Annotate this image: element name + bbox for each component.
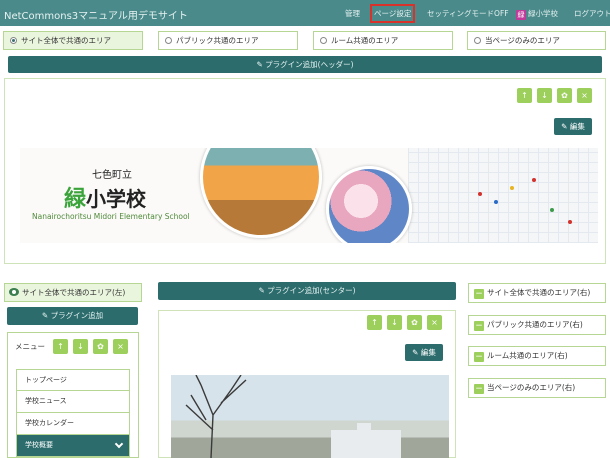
- area-option-site-wide-label: サイト全体で共通のエリア: [21, 36, 111, 45]
- area-option-site-wide[interactable]: サイト全体で共通のエリア: [3, 31, 143, 50]
- nav-user-name: 緑小学校: [528, 9, 558, 18]
- classroom-photo: [200, 148, 322, 238]
- banner-school-name: 緑小学校: [64, 181, 146, 213]
- header-close-icon[interactable]: ×: [577, 88, 592, 103]
- banner-school-first-char: 緑: [64, 186, 87, 212]
- center-gear-icon[interactable]: ✿: [407, 315, 422, 330]
- banner-town-name: 七色町立: [92, 170, 132, 181]
- header-edit-button[interactable]: ✎ 編集: [554, 118, 592, 135]
- area-option-room-label: ルーム共通のエリア: [331, 36, 399, 45]
- figurine-image: [532, 178, 536, 182]
- center-move-down-icon[interactable]: ↓: [387, 315, 402, 330]
- eye-icon: [9, 288, 19, 296]
- menu-list: トップページ 学校ニュース 学校カレンダー 学校概要: [16, 369, 130, 457]
- user-avatar-badge: 緑: [516, 10, 526, 20]
- pin-icon: ✎: [41, 311, 49, 320]
- menu-item-school-overview-label: 学校概要: [25, 441, 53, 449]
- header-move-down-icon[interactable]: ↓: [537, 88, 552, 103]
- school-building-photo: [171, 375, 449, 458]
- area-option-this-page[interactable]: 当ページのみのエリア: [467, 31, 606, 50]
- center-edit-label: 編集: [420, 348, 436, 357]
- chevron-down-icon: [114, 439, 124, 449]
- menu-move-down-icon[interactable]: ↓: [73, 339, 88, 354]
- left-area-header[interactable]: サイト全体で共通のエリア(左): [4, 283, 142, 302]
- radio-site-wide[interactable]: [10, 37, 17, 44]
- menu-plugin-title: メニュー: [15, 342, 45, 351]
- figurine-image: [478, 192, 482, 196]
- left-area-label: サイト全体で共通のエリア(左): [22, 288, 126, 297]
- menu-close-icon[interactable]: ×: [113, 339, 128, 354]
- left-add-plugin-label: プラグイン追加: [50, 311, 104, 320]
- top-navbar: NetCommons3マニュアル用デモサイト 管理 ページ設定 セッティングモー…: [0, 0, 610, 26]
- banner-school-rest: 小学校: [86, 187, 147, 211]
- center-add-plugin-label: プラグイン追加(センター): [267, 286, 356, 295]
- figurine-image: [494, 200, 498, 204]
- header-add-plugin-label: プラグイン追加(ヘッダー): [265, 60, 354, 69]
- right-area-this-page-label: 当ページのみのエリア(右): [487, 383, 576, 392]
- menu-item-school-overview[interactable]: 学校概要: [16, 435, 130, 457]
- center-move-up-icon[interactable]: ↑: [367, 315, 382, 330]
- area-option-public-label: パブリック共通のエリア: [176, 36, 259, 45]
- edit-icon: ✎: [412, 348, 419, 357]
- right-area-site-wide-label: サイト全体で共通のエリア(右): [487, 288, 591, 297]
- school-banner: 七色町立 緑小学校 Nanairochoritsu Midori Element…: [20, 148, 598, 243]
- menu-item-school-news[interactable]: 学校ニュース: [16, 391, 130, 413]
- menu-move-up-icon[interactable]: ↑: [53, 339, 68, 354]
- edit-icon: ✎: [561, 122, 568, 131]
- right-area-room-label: ルーム共通のエリア(右): [487, 351, 568, 360]
- header-edit-label: 編集: [569, 122, 585, 131]
- header-add-plugin-button[interactable]: ✎ プラグイン追加(ヘッダー): [8, 56, 602, 73]
- left-add-plugin-button[interactable]: ✎ プラグイン追加: [7, 307, 138, 325]
- area-option-public[interactable]: パブリック共通のエリア: [158, 31, 298, 50]
- minus-icon: −: [474, 321, 484, 331]
- minus-icon: −: [474, 289, 484, 299]
- minus-icon: −: [474, 384, 484, 394]
- area-option-room[interactable]: ルーム共通のエリア: [313, 31, 453, 50]
- pin-icon: ✎: [258, 286, 265, 295]
- school-tower-image: [357, 423, 371, 433]
- banner-school-english-name: Nanairochoritsu Midori Elementary School: [32, 212, 190, 221]
- nav-user-menu[interactable]: 緑緑小学校: [516, 8, 558, 20]
- right-area-this-page[interactable]: − 当ページのみのエリア(右): [468, 378, 606, 398]
- nav-logout-link[interactable]: ログアウト: [574, 8, 610, 19]
- center-close-icon[interactable]: ×: [427, 315, 442, 330]
- nav-page-settings-link[interactable]: ページ設定: [369, 4, 416, 23]
- radio-room[interactable]: [320, 37, 327, 44]
- right-area-public[interactable]: − パブリック共通のエリア(右): [468, 315, 606, 335]
- figurine-image: [568, 220, 572, 224]
- menu-item-top-page[interactable]: トップページ: [16, 369, 130, 391]
- radio-this-page[interactable]: [474, 37, 481, 44]
- right-area-public-label: パブリック共通のエリア(右): [487, 320, 583, 329]
- center-edit-button[interactable]: ✎ 編集: [405, 344, 443, 361]
- cherry-blossom-photo: [326, 166, 412, 243]
- pin-icon: ✎: [256, 60, 263, 69]
- school-building-image: [331, 430, 401, 458]
- menu-item-school-calendar[interactable]: 学校カレンダー: [16, 413, 130, 435]
- center-add-plugin-button[interactable]: ✎ プラグイン追加(センター): [158, 282, 456, 300]
- right-area-room[interactable]: − ルーム共通のエリア(右): [468, 346, 606, 366]
- header-gear-icon[interactable]: ✿: [557, 88, 572, 103]
- radio-public[interactable]: [165, 37, 172, 44]
- area-option-this-page-label: 当ページのみのエリア: [485, 36, 560, 45]
- banner-graph-paper-image: [408, 148, 598, 243]
- right-area-site-wide[interactable]: − サイト全体で共通のエリア(右): [468, 283, 606, 303]
- site-brand[interactable]: NetCommons3マニュアル用デモサイト: [4, 7, 188, 22]
- header-move-up-icon[interactable]: ↑: [517, 88, 532, 103]
- nav-setting-mode-toggle[interactable]: セッティングモードOFF: [427, 8, 509, 19]
- bare-tree-branches-image: [185, 375, 247, 458]
- nav-manage-link[interactable]: 管理: [345, 8, 360, 19]
- figurine-image: [510, 186, 514, 190]
- figurine-image: [550, 208, 554, 212]
- minus-icon: −: [474, 352, 484, 362]
- menu-gear-icon[interactable]: ✿: [93, 339, 108, 354]
